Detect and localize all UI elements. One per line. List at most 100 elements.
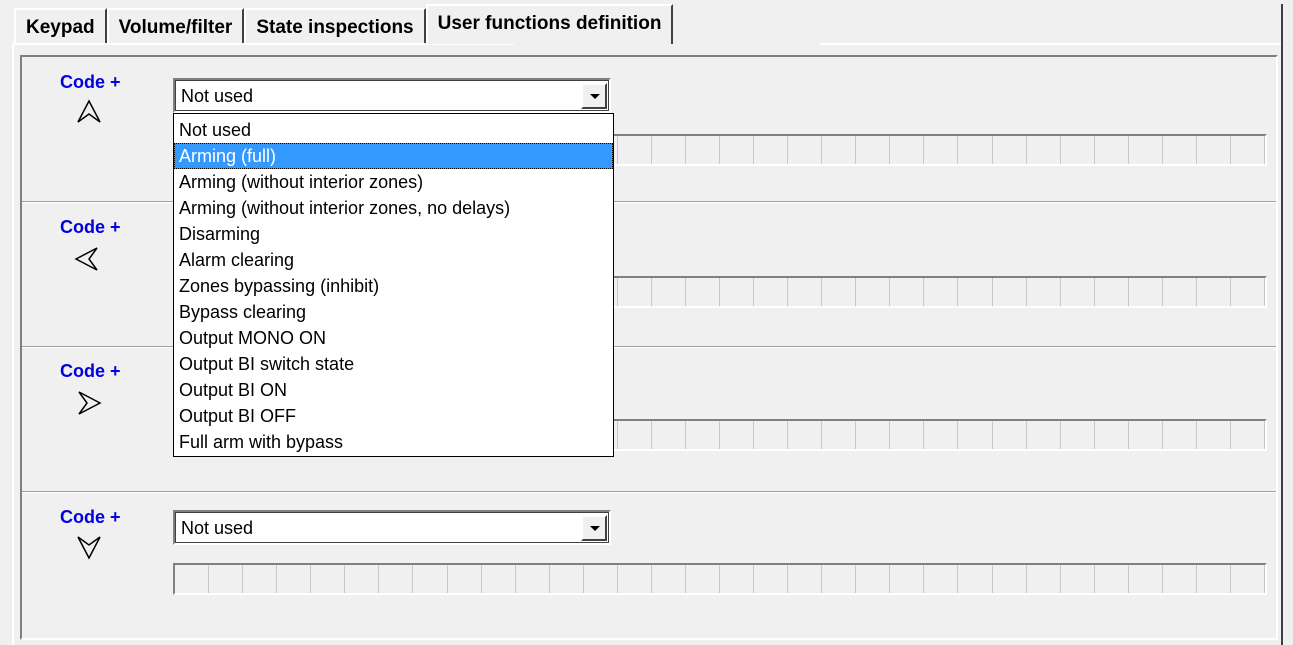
key-sequence-cell <box>686 565 720 593</box>
dropdown-option[interactable]: Disarming <box>174 221 613 247</box>
key-sequence-cell <box>1197 421 1231 449</box>
key-sequence-cell <box>277 565 312 593</box>
tab-state-inspections[interactable]: State inspections <box>244 8 426 44</box>
key-sequence-cell <box>754 278 789 306</box>
key-sequence-cell <box>686 421 720 449</box>
key-sequence-cell <box>686 278 720 306</box>
frame-left-edge <box>12 44 14 645</box>
key-sequence-cell <box>720 136 755 164</box>
key-sequence-cell <box>788 136 823 164</box>
tab-baseline-right <box>820 43 1281 45</box>
key-sequence-cell <box>993 565 1027 593</box>
key-sequence-cell <box>686 136 720 164</box>
key-sequence-cell <box>754 565 789 593</box>
dropdown-option-highlighted[interactable]: Arming (full) <box>174 143 613 169</box>
key-sequence-cell <box>856 278 891 306</box>
tab-user-functions-definition[interactable]: User functions definition <box>425 4 674 44</box>
key-sequence-cell <box>618 565 652 593</box>
key-sequence-cell <box>1129 278 1163 306</box>
key-sequence-cell <box>1095 136 1129 164</box>
key-sequence-cell <box>788 421 823 449</box>
key-sequence-cell <box>1027 278 1061 306</box>
tab-volume-filter[interactable]: Volume/filter <box>106 8 245 44</box>
key-sequence-cell <box>1231 565 1265 593</box>
key-sequence-cell <box>856 565 891 593</box>
key-sequence-cell <box>754 136 789 164</box>
key-sequence-cell <box>958 136 993 164</box>
dropdown-option[interactable]: Output BI ON <box>174 377 613 403</box>
key-sequence-cell <box>652 136 686 164</box>
key-sequence-cell <box>1061 278 1095 306</box>
key-sequence-cell <box>652 278 686 306</box>
dropdown-option[interactable]: Arming (without interior zones) <box>174 169 613 195</box>
key-sequence-cell <box>720 421 755 449</box>
dropdown-option[interactable]: Output BI OFF <box>174 403 613 429</box>
key-sequence-cell <box>1197 136 1231 164</box>
key-sequence-cell <box>1027 421 1061 449</box>
chevron-down-icon[interactable] <box>581 83 607 109</box>
key-sequence-cell <box>482 565 516 593</box>
key-sequence-cell <box>856 136 891 164</box>
key-sequence-cell <box>856 421 891 449</box>
code-label-left: Code + <box>60 217 121 237</box>
key-sequence-cell <box>652 421 686 449</box>
key-sequence-cell <box>720 565 755 593</box>
key-sequence-cell <box>1163 278 1197 306</box>
key-sequence-cell <box>1027 565 1061 593</box>
key-sequence-cell <box>1129 136 1163 164</box>
key-sequence-cell <box>1129 421 1163 449</box>
key-sequence-cell <box>379 565 414 593</box>
function-select-up-value: Not used <box>181 86 254 106</box>
key-sequence-cell <box>1095 421 1129 449</box>
key-sequence-cell <box>243 565 278 593</box>
key-sequence-cell <box>1095 278 1129 306</box>
dropdown-option[interactable]: Full arm with bypass <box>174 429 613 455</box>
chevron-down-icon[interactable] <box>581 515 607 541</box>
key-sequence-cell <box>890 421 925 449</box>
function-select-down-value: Not used <box>181 518 254 538</box>
function-dropdown-list[interactable]: Not used Arming (full) Arming (without i… <box>173 113 614 457</box>
dropdown-option[interactable]: Output BI switch state <box>174 351 613 377</box>
key-sequence-cell <box>788 565 823 593</box>
key-sequence-strip-down[interactable] <box>173 563 1267 595</box>
key-sequence-cell <box>209 565 244 593</box>
key-sequence-cell <box>1231 278 1265 306</box>
dropdown-option[interactable]: Arming (without interior zones, no delay… <box>174 195 613 221</box>
dropdown-option[interactable]: Not used <box>174 117 613 143</box>
key-sequence-cell <box>1061 565 1095 593</box>
key-sequence-cell <box>993 421 1027 449</box>
key-sequence-cell <box>924 136 959 164</box>
dropdown-option[interactable]: Bypass clearing <box>174 299 613 325</box>
key-sequence-cell <box>788 278 823 306</box>
dropdown-option[interactable]: Zones bypassing (inhibit) <box>174 273 613 299</box>
key-sequence-cell <box>958 278 993 306</box>
key-sequence-cell <box>618 136 652 164</box>
key-sequence-cell <box>1163 136 1197 164</box>
key-sequence-cell <box>1095 565 1129 593</box>
code-label-up: Code + <box>60 72 121 92</box>
key-sequence-cell <box>958 421 993 449</box>
key-sequence-cell <box>993 136 1027 164</box>
arrow-left-icon <box>74 247 98 271</box>
dropdown-option[interactable]: Alarm clearing <box>174 247 613 273</box>
key-sequence-cell <box>1231 136 1265 164</box>
key-sequence-cell <box>175 565 210 593</box>
key-sequence-cell <box>584 565 618 593</box>
row-separator <box>22 491 1276 493</box>
key-sequence-cell <box>1163 421 1197 449</box>
key-sequence-cell <box>311 565 346 593</box>
dropdown-option[interactable]: Output MONO ON <box>174 325 613 351</box>
tab-keypad[interactable]: Keypad <box>14 8 107 44</box>
key-sequence-cell <box>516 565 550 593</box>
function-select-up[interactable]: Not used <box>173 78 611 113</box>
key-sequence-cell <box>890 278 925 306</box>
key-sequence-cell <box>413 565 448 593</box>
key-sequence-cell <box>550 565 584 593</box>
function-select-down[interactable]: Not used <box>173 510 611 545</box>
arrow-down-icon <box>77 536 101 560</box>
key-sequence-cell <box>890 136 925 164</box>
code-label-down: Code + <box>60 507 121 527</box>
code-label-right: Code + <box>60 361 121 381</box>
key-sequence-cell <box>754 421 789 449</box>
arrow-up-icon <box>77 99 101 123</box>
